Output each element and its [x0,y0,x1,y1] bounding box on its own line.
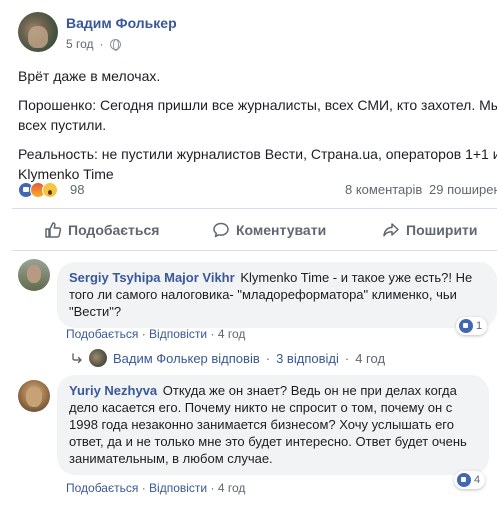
reaction-icons[interactable] [18,182,58,198]
comment-like-count: 4 [474,474,481,486]
comment-text: занимательным, в любом случае. [69,451,273,466]
comment-text: Откуда же он знает? Ведь он не при делах… [162,383,457,398]
post-body: Врёт даже в мелочах. Порошенко: Сегодня … [18,66,497,184]
comment-text: Klymenko Time - и такое уже есть?! Не [240,270,473,285]
comment-icon [213,222,229,238]
comment-text: "Вести"? [69,304,122,319]
comment-button[interactable]: Коментувати [212,214,326,246]
post-paragraph: всех пустили. [18,117,107,133]
like-button[interactable]: Подобається [44,214,159,246]
replies-separator: · [265,350,271,366]
post-paragraph: Реальность: не пустили журналистов Вести… [18,146,497,162]
reaction-count[interactable]: 98 [70,182,84,197]
commenter-name[interactable]: Sergiy Tsyhipa Major Vikhr [69,270,235,285]
author-avatar[interactable] [18,12,58,52]
comment-text: того ли самого налоговика- "младореформа… [69,287,457,302]
post-meta: 5 год · [66,37,121,51]
action-separator: · [210,327,215,341]
comment-like-badge[interactable]: 4 [454,471,486,489]
action-separator: · [141,327,146,341]
comment-text: ответ, да и не только мне это будет инте… [69,434,467,449]
share-button-label: Поширити [406,222,478,238]
comment-time[interactable]: 4 год [218,327,246,341]
comment-text: дело касается его. Почему никто не спрос… [69,400,453,415]
comment-reply-link[interactable]: Відповісти [149,327,207,341]
like-reaction-icon [459,319,473,333]
commenter-avatar[interactable] [18,380,50,412]
reactions-bar: 98 8 коментарів 29 поширен [18,180,497,200]
divider [12,250,497,251]
post-paragraph: Порошенко: Сегодня пришли все журналисты… [18,97,497,113]
like-button-label: Подобається [68,222,160,238]
comment-time[interactable]: 4 год [218,481,246,495]
post-time[interactable]: 5 год [66,37,94,51]
action-separator: · [141,481,146,495]
comment-like-link[interactable]: Подобається [66,481,138,495]
comments-count[interactable]: 8 коментарів [345,182,422,197]
comment-like-link[interactable]: Подобається [66,327,138,341]
comment-actions: Подобається · Відповісти · 4 год [66,481,245,495]
action-separator: · [210,481,215,495]
comment-text: 1998 года незаконно занимается бизнесом?… [69,417,454,432]
replies-separator: · [344,350,350,366]
shares-count[interactable]: 29 поширен [429,182,497,197]
replies-time: 4 год [355,350,386,366]
divider [12,208,497,209]
comment-button-label: Коментувати [236,222,327,238]
replies-count: 3 відповіді [276,350,339,366]
comment-reply-link[interactable]: Відповісти [149,481,207,495]
share-button[interactable]: Поширити [382,214,478,246]
view-replies[interactable]: Вадим Фолькер відповів · 3 відповіді · 4… [71,349,385,367]
author-name[interactable]: Вадим Фолькер [66,15,177,31]
post-paragraph: Врёт даже в мелочах. [18,68,161,84]
replies-author: Вадим Фолькер відповів [113,350,260,366]
like-reaction-icon [457,473,471,487]
wow-reaction-icon [42,182,58,198]
post-header: Вадим Фолькер 5 год · [18,12,488,56]
comment-bubble: Sergiy Tsyhipa Major Vikhr Klymenko Time… [57,262,497,328]
replier-avatar [89,349,107,367]
commenter-name[interactable]: Yuriy Nezhyva [69,383,157,398]
share-arrow-icon [383,223,399,237]
commenter-avatar[interactable] [18,259,50,291]
thumbs-up-icon [45,222,62,238]
comment-like-count: 1 [476,320,483,332]
post-actions: Подобається Коментувати Поширити [12,214,497,246]
comment-bubble: Yuriy Nezhyva Откуда же он знает? Ведь о… [57,375,489,475]
comment-actions: Подобається · Відповісти · 4 год [66,327,245,341]
comment-like-badge[interactable]: 1 [456,317,488,335]
globe-icon[interactable] [109,38,121,51]
meta-separator: · [99,37,104,51]
reply-arrow-icon [72,353,82,364]
